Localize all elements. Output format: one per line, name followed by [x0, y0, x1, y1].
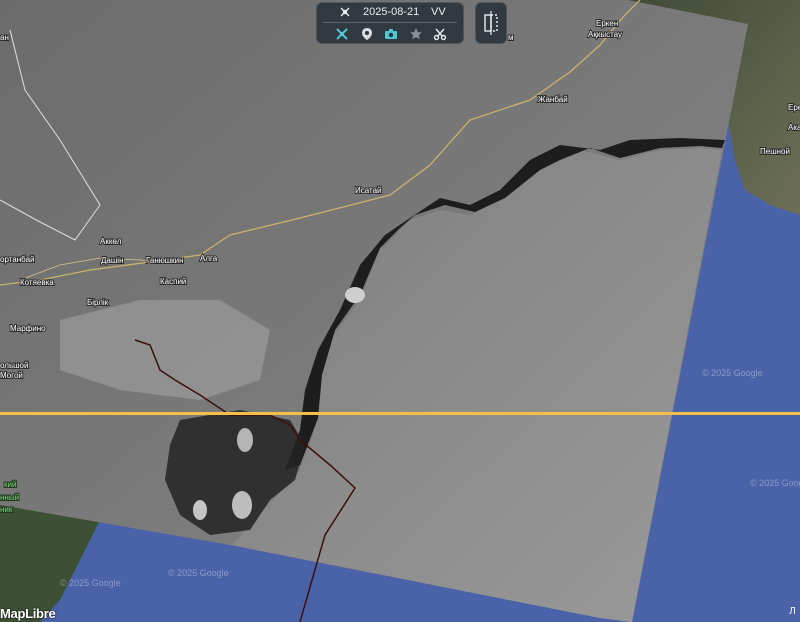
place-label: Исатай — [355, 186, 382, 195]
island-2 — [232, 491, 252, 519]
map-canvas[interactable]: © 2025 Google © 2025 Google © 2025 Googl… — [0, 0, 800, 622]
place-label: Котяевка — [20, 278, 54, 287]
place-label: Аккөл — [100, 237, 122, 246]
polarization-label: VV — [431, 6, 446, 18]
place-label-green: нный — [0, 493, 19, 502]
island-1 — [345, 287, 365, 303]
google-watermark: © 2025 Google — [168, 568, 229, 578]
place-label: ан — [0, 33, 9, 42]
place-label: Каспий — [160, 277, 186, 286]
compare-split-line[interactable] — [0, 412, 800, 415]
place-label: Марфино — [10, 324, 46, 333]
acquisition-date: 2025-08-21 — [363, 6, 420, 18]
place-label: Еркен — [596, 19, 618, 28]
place-label: Алга — [200, 254, 218, 263]
place-label: Ака — [788, 123, 800, 132]
place-label-green: ник — [0, 505, 13, 514]
toolbar-divider — [323, 22, 457, 23]
toolbar-info-row: 2025-08-21 VV — [317, 5, 463, 21]
camera-icon[interactable] — [383, 26, 399, 42]
toolbar-actions-row — [317, 25, 463, 43]
place-label: Жанбай — [538, 95, 568, 104]
attribution-info-button[interactable]: Л — [785, 602, 800, 622]
maplibre-logo[interactable]: MapLibre — [0, 606, 56, 621]
place-label: ортанбай — [0, 255, 34, 264]
place-label-green: кий — [4, 480, 16, 489]
image-toolbar: 2025-08-21 VV — [316, 2, 464, 44]
google-watermark: © 2025 Google — [750, 478, 800, 488]
layers-icon[interactable] — [359, 26, 375, 42]
google-watermark: © 2025 Google — [60, 578, 121, 588]
star-icon[interactable] — [408, 26, 424, 42]
google-watermark: © 2025 Google — [702, 368, 763, 378]
place-label: ольшой — [0, 361, 28, 370]
place-label: м — [508, 33, 514, 42]
place-label: Пешной — [760, 147, 790, 156]
place-label: Ақкыстау — [588, 30, 622, 39]
split-view-icon — [484, 11, 498, 35]
satellite-tool-icon[interactable] — [334, 26, 350, 42]
compare-toggle-button[interactable] — [475, 2, 507, 44]
satellite-icon — [339, 6, 351, 21]
place-label: Могой — [0, 371, 23, 380]
island-3 — [193, 500, 207, 520]
scissors-icon[interactable] — [432, 26, 448, 42]
place-label: Ере — [788, 103, 800, 112]
island-4 — [237, 428, 253, 452]
place-label: Бірлік — [87, 298, 109, 307]
place-label: Ганюшкин — [146, 256, 184, 265]
place-label: Дашін — [101, 256, 123, 265]
